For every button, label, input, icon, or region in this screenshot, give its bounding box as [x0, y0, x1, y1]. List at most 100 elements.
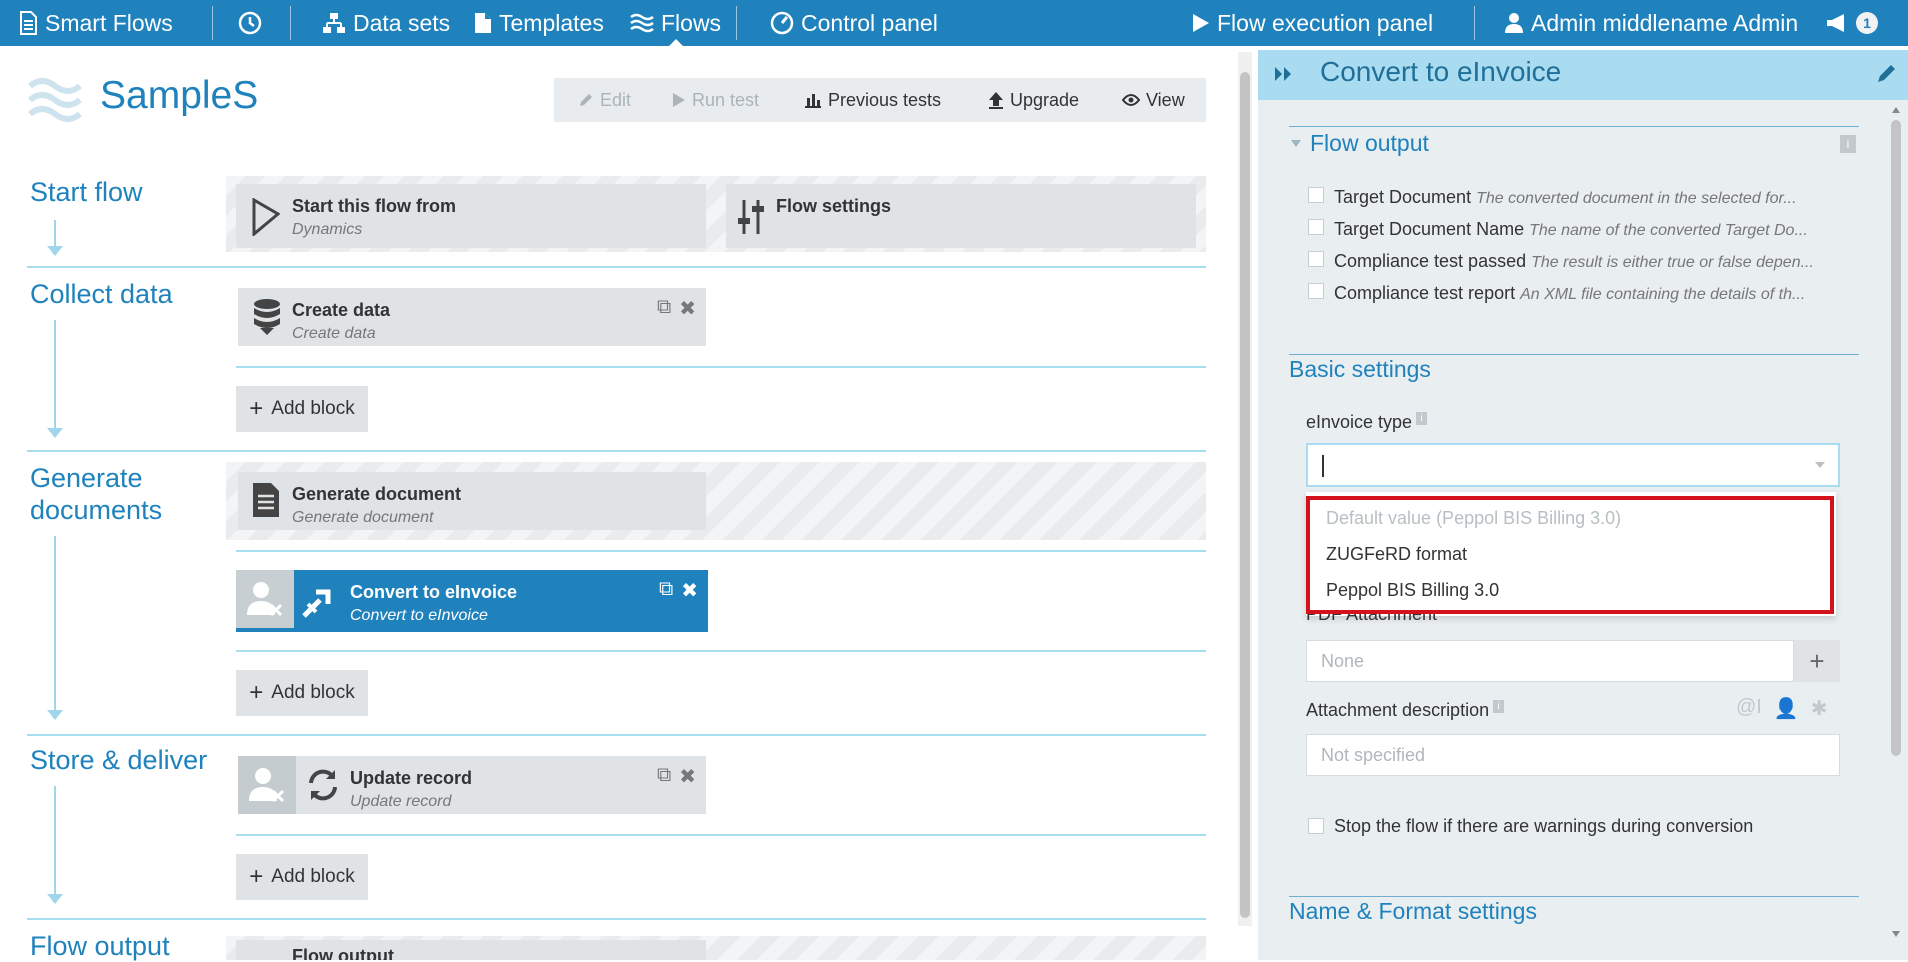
nav-data-sets[interactable]: Data sets [322, 0, 450, 46]
block-title: Create data [292, 300, 391, 320]
generate-document-block[interactable]: Generate document Generate document [238, 472, 706, 530]
flow-logo-icon [28, 76, 82, 124]
add-attachment-button[interactable]: + [1794, 640, 1840, 682]
name-format-settings-title[interactable]: Name & Format settings [1289, 898, 1537, 925]
main-scrollbar[interactable] [1238, 52, 1252, 926]
plus-icon: + [249, 679, 264, 706]
block-title: Flow settings [776, 196, 892, 216]
convert-einvoice-block[interactable]: Convert to eInvoice Convert to eInvoice … [236, 570, 708, 632]
nav-separator [1474, 6, 1475, 40]
section-start-flow: Start flow [30, 177, 143, 207]
sliders-icon [738, 200, 764, 234]
nav-control-panel[interactable]: Control panel [770, 0, 938, 46]
dashboard-icon [770, 11, 794, 35]
output-name: Compliance test report [1334, 283, 1516, 303]
scroll-down-icon[interactable] [1891, 930, 1901, 938]
output-checkbox[interactable] [1308, 187, 1324, 203]
label-text: Attachment description [1306, 700, 1490, 720]
start-from-block[interactable]: Start this flow from Dynamics [236, 184, 706, 248]
pencil-icon[interactable] [1876, 62, 1898, 84]
output-row: Target Document Name The name of the con… [1334, 219, 1848, 240]
user-label: Admin middlename Admin [1531, 9, 1799, 36]
section-connector [54, 786, 56, 896]
output-checkbox[interactable] [1308, 251, 1324, 267]
nav-notifications[interactable] [1826, 0, 1848, 46]
section-divider [27, 918, 1206, 920]
upgrade-button[interactable]: Upgrade [988, 78, 1079, 122]
sitemap-icon [323, 13, 345, 33]
add-block-label: Add block [271, 866, 355, 887]
pdf-attachment-input[interactable]: None [1306, 640, 1794, 682]
add-block-button[interactable]: + Add block [236, 670, 368, 716]
section-generate-documents-line2: documents [30, 495, 163, 525]
basic-settings-title: Basic settings [1289, 356, 1431, 382]
panel-scrollbar[interactable] [1888, 102, 1904, 942]
info-icon[interactable]: i [1493, 700, 1505, 713]
top-navbar: Smart Flows Data sets Templates Flows Co… [0, 0, 1908, 47]
text-caret [1322, 455, 1324, 477]
play-icon [673, 93, 685, 107]
previous-tests-button[interactable]: Previous tests [804, 78, 941, 122]
section-connector [54, 220, 56, 248]
upload-icon [989, 92, 1003, 109]
section-divider [1289, 354, 1859, 355]
update-record-block[interactable]: Update record Update record ⧉ ✖ [238, 756, 706, 814]
plus-icon: + [249, 395, 264, 422]
user-icon[interactable]: 👤 [1774, 696, 1799, 721]
nav-separator [212, 6, 213, 40]
brand-label: Smart Flows [45, 9, 173, 36]
block-divider [236, 366, 1206, 368]
attachment-description-input[interactable]: Not specified [1306, 734, 1840, 776]
nav-user[interactable]: Admin middlename Admin [1504, 0, 1798, 46]
flow-settings-block[interactable]: Flow settings [726, 184, 1196, 248]
plus-icon: + [249, 863, 264, 890]
nav-templates[interactable]: Templates [474, 0, 604, 46]
output-checkbox[interactable] [1308, 283, 1324, 299]
output-name: Target Document Name [1334, 219, 1525, 239]
scrollbar-thumb[interactable] [1891, 120, 1901, 756]
info-icon[interactable]: i [1840, 135, 1856, 153]
user-disabled-badge [236, 570, 294, 628]
section-arrow [47, 246, 63, 256]
add-block-button[interactable]: + Add block [236, 854, 368, 900]
close-icon[interactable]: ✖ [679, 296, 696, 321]
scrollbar-thumb[interactable] [1240, 72, 1250, 918]
add-block-button[interactable]: + Add block [236, 386, 368, 432]
info-icon[interactable]: i [1416, 412, 1428, 425]
user-icon [1505, 13, 1523, 33]
file-icon [475, 13, 491, 33]
output-row: Target Document The converted document i… [1334, 187, 1848, 208]
block-subtitle: Generate document [292, 509, 434, 526]
output-desc: The result is either true or false depen… [1531, 254, 1814, 271]
stop-on-warnings-checkbox[interactable] [1308, 818, 1324, 834]
create-data-block[interactable]: Create data Create data ⧉ ✖ [238, 288, 706, 346]
nav-flows[interactable]: Flows [630, 0, 721, 47]
chevron-down-icon[interactable] [1290, 138, 1302, 148]
nav-execution-panel[interactable]: Flow execution panel [1192, 0, 1433, 46]
close-icon[interactable]: ✖ [681, 578, 698, 603]
collapse-panel-icon[interactable] [1274, 66, 1294, 82]
section-flow-output: Flow output [30, 931, 170, 961]
block-title: Update record [350, 768, 473, 788]
asterisk-icon[interactable]: ✱ [1811, 696, 1828, 721]
edit-button[interactable]: Edit [578, 78, 631, 122]
flow-output-section-title[interactable]: Flow output [1310, 130, 1429, 157]
copy-icon[interactable]: ⧉ [659, 578, 673, 603]
view-button[interactable]: View [1122, 78, 1185, 122]
nav-brand[interactable]: Smart Flows [18, 0, 173, 46]
clock-icon [238, 11, 262, 35]
run-test-button[interactable]: Run test [672, 78, 759, 122]
nav-history[interactable] [238, 0, 262, 46]
output-checkbox[interactable] [1308, 219, 1324, 235]
copy-icon[interactable]: ⧉ [657, 764, 671, 789]
section-store-deliver: Store & deliver [30, 745, 208, 775]
formula-icon[interactable]: @I [1736, 696, 1762, 721]
einvoice-type-select[interactable] [1306, 443, 1840, 487]
block-divider [236, 550, 1206, 552]
einvoice-type-label: eInvoice type i [1306, 412, 1428, 433]
copy-icon[interactable]: ⧉ [657, 296, 671, 321]
upgrade-label: Upgrade [1010, 89, 1080, 110]
close-icon[interactable]: ✖ [679, 764, 696, 789]
flow-output-block[interactable]: Flow output [236, 940, 706, 960]
scroll-up-icon[interactable] [1891, 106, 1901, 114]
